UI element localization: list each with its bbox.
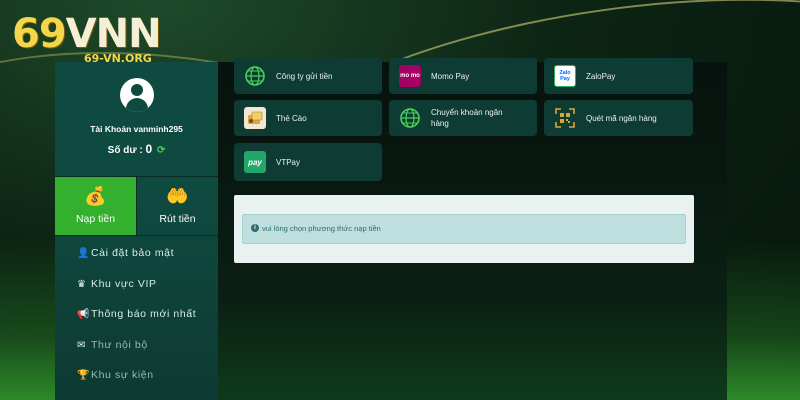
- info-icon: i: [251, 224, 259, 233]
- balance-value: 0: [145, 142, 153, 156]
- sidebar-item-events[interactable]: 🏆Khu sự kiện: [55, 360, 218, 391]
- payment-label: VTPay: [276, 157, 301, 167]
- logo-wordmark: 69VNN: [12, 11, 162, 57]
- info-alert-text: vui lòng chọn phương thức nạp tiền: [262, 224, 381, 233]
- tab-deposit[interactable]: 💰 Nạp tiền: [55, 177, 136, 235]
- tab-withdraw[interactable]: 🤲 Rút tiền: [136, 177, 218, 235]
- deposit-content: Công ty gửi tiền mo mo Momo Pay Zalo Pay…: [218, 58, 727, 400]
- logo-domain: 69-VN.ORG: [84, 52, 152, 65]
- payment-qr-bank[interactable]: Quét mã ngân hàng: [544, 100, 693, 136]
- payment-company-transfer[interactable]: Công ty gửi tiền: [234, 58, 382, 94]
- site-logo[interactable]: 69VNN 69-VN.ORG: [12, 11, 162, 65]
- globe-icon: [399, 107, 421, 129]
- sidebar-item-security[interactable]: 👤Cài đặt bảo mật: [55, 238, 218, 269]
- payment-zalopay[interactable]: Zalo Pay ZaloPay: [544, 58, 693, 94]
- tab-label: Nạp tiền: [75, 213, 116, 225]
- tab-label: Rút tiền: [159, 213, 196, 225]
- deposit-form-panel: i vui lòng chọn phương thức nạp tiền: [234, 195, 694, 263]
- zalopay-icon: Zalo Pay: [554, 65, 576, 87]
- mail-icon: ✉: [77, 339, 86, 351]
- payment-label: Công ty gửi tiền: [276, 71, 333, 81]
- payment-scratch-card[interactable]: Thẻ Cào: [234, 100, 382, 136]
- globe-icon: [244, 65, 266, 87]
- payment-label: Quét mã ngân hàng: [586, 113, 657, 123]
- avatar: [119, 78, 154, 112]
- payment-vtpay[interactable]: pay VTPay: [234, 143, 382, 181]
- payment-label: ZaloPay: [586, 71, 616, 81]
- balance: Số dư : 0 ⟳: [55, 142, 218, 156]
- payment-bank-transfer[interactable]: Chuyển khoản ngân hàng: [389, 100, 537, 136]
- profile-card: Tài Khoản vanminh295 Số dư : 0 ⟳: [55, 62, 218, 176]
- money-bag-icon: 💰: [84, 186, 107, 206]
- qr-scan-icon: [554, 107, 576, 129]
- trophy-icon: 🏆: [77, 370, 91, 381]
- crown-icon: ♛: [77, 278, 87, 290]
- payment-label: Chuyển khoản ngân hàng: [431, 108, 503, 128]
- user-lock-icon: 👤: [77, 248, 91, 259]
- account-name: Tài Khoản vanminh295: [90, 124, 183, 134]
- momo-icon: mo mo: [399, 65, 421, 87]
- payment-momo[interactable]: mo mo Momo Pay: [389, 58, 537, 94]
- payment-label: Thẻ Cào: [276, 113, 307, 123]
- scratch-card-icon: [244, 107, 266, 129]
- sidebar: Tài Khoản vanminh295 Số dư : 0 ⟳ 💰 Nạp t…: [55, 62, 218, 400]
- vtpay-icon: pay: [244, 151, 266, 173]
- sidebar-item-inbox[interactable]: ✉ Thư nội bộ: [55, 330, 218, 361]
- hand-money-icon: 🤲: [166, 186, 189, 206]
- info-alert: i vui lòng chọn phương thức nạp tiền: [242, 214, 686, 244]
- sidebar-menu: 👤Cài đặt bảo mật ♛ Khu vực VIP 📢Thông báo…: [55, 236, 218, 391]
- megaphone-icon: 📢: [77, 309, 91, 320]
- deposit-withdraw-tabs: 💰 Nạp tiền 🤲 Rút tiền: [55, 176, 218, 236]
- refresh-icon[interactable]: ⟳: [157, 145, 165, 156]
- payment-label: Momo Pay: [431, 71, 470, 81]
- balance-label: Số dư :: [107, 145, 143, 156]
- sidebar-item-vip[interactable]: ♛ Khu vực VIP: [55, 269, 218, 300]
- account-panel: Tài Khoản vanminh295 Số dư : 0 ⟳ 💰 Nạp t…: [55, 58, 727, 400]
- sidebar-item-news[interactable]: 📢Thông báo mới nhất: [55, 299, 218, 330]
